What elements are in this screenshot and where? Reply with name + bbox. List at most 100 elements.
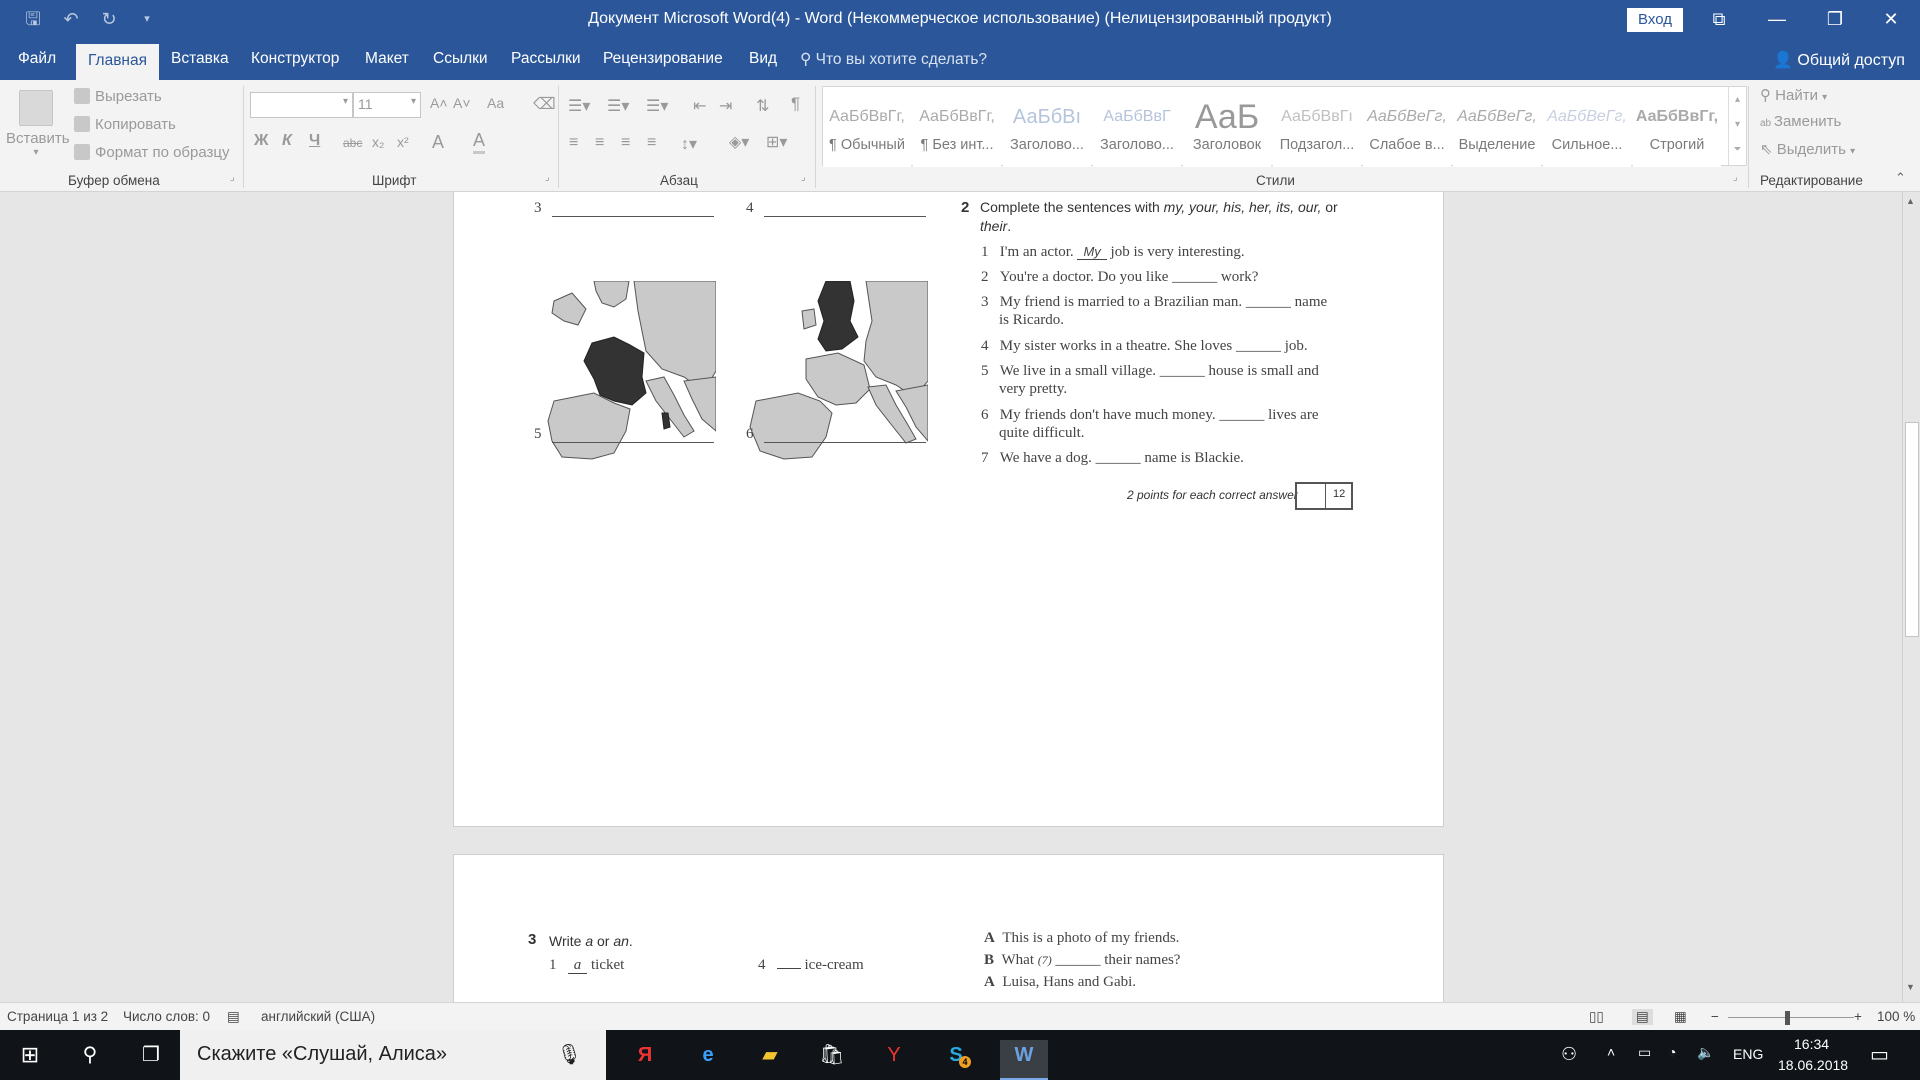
decrease-indent-icon[interactable]: ⇤ [693, 96, 706, 116]
style-title[interactable]: АаБ Заголовок [1183, 97, 1271, 167]
bullets-icon[interactable]: ☰▾ [568, 96, 590, 116]
dialog-launcher-icon[interactable]: ⌟ [801, 172, 806, 183]
style-subtitle[interactable]: АаБбВвГı Подзагол... [1273, 97, 1361, 167]
tab-mailings[interactable]: Рассылки [511, 50, 581, 68]
copy-button[interactable]: Копировать [74, 116, 176, 133]
file-explorer-icon[interactable]: ▰ [755, 1040, 785, 1070]
change-case-button[interactable]: Aa [487, 95, 504, 111]
show-hidden-icons[interactable]: ˄ [1607, 1044, 1615, 1060]
search-icon[interactable]: ⚲ [75, 1040, 105, 1070]
proofing-icon[interactable]: ▤ [227, 1009, 240, 1025]
restore-button[interactable]: ❐ [1806, 0, 1864, 40]
microphone-icon[interactable]: 🎙 [557, 1042, 582, 1067]
collapse-ribbon-icon[interactable]: ⌃ [1895, 170, 1906, 186]
style-intense-emphasis[interactable]: АаБбВеГг, Сильное... [1543, 97, 1631, 167]
font-color-button[interactable]: A [473, 130, 486, 154]
document-page-2[interactable]: 3 Write a or an. 1 a ticket 4 ice-cream … [453, 854, 1444, 1002]
word-taskbar-icon[interactable]: W [1000, 1040, 1048, 1080]
scroll-down-icon[interactable]: ▼ [1906, 982, 1915, 992]
scrollbar-thumb[interactable] [1905, 422, 1919, 637]
share-button[interactable]: 👤 Общий доступ [1773, 50, 1905, 70]
strikethrough-button[interactable]: abc [343, 136, 362, 150]
format-painter-button[interactable]: Формат по образцу [74, 144, 230, 161]
read-mode-icon[interactable]: ▯▯ [1589, 1009, 1604, 1025]
cut-button[interactable]: Вырезать [74, 88, 162, 105]
page-count[interactable]: Страница 1 из 2 [7, 1009, 108, 1024]
numbering-icon[interactable]: ☰▾ [607, 96, 629, 116]
dialog-launcher-icon[interactable]: ⌟ [230, 172, 235, 183]
skype-icon[interactable]: S4 [941, 1040, 971, 1070]
pilcrow-icon[interactable]: ¶ [791, 94, 800, 114]
shrink-font-button[interactable]: A˅ [453, 95, 471, 111]
increase-indent-icon[interactable]: ⇥ [719, 96, 732, 116]
scroll-up-icon[interactable]: ▲ [1906, 196, 1915, 206]
tab-design[interactable]: Конструктор [251, 50, 339, 68]
zoom-level[interactable]: 100 % [1877, 1009, 1915, 1024]
document-page-1[interactable]: 3 4 5 6 2 Complete the sentences with my… [453, 192, 1444, 827]
bold-button[interactable]: Ж [254, 132, 268, 150]
tab-review[interactable]: Рецензирование [603, 50, 723, 68]
sign-in-button[interactable]: Вход [1627, 8, 1683, 32]
language-indicator[interactable]: английский (США) [261, 1009, 375, 1024]
superscript-button[interactable]: x² [397, 134, 409, 150]
people-icon[interactable]: ⚇ [1561, 1044, 1577, 1065]
zoom-slider-thumb[interactable] [1785, 1011, 1790, 1025]
close-button[interactable]: ✕ [1862, 0, 1920, 40]
alice-search-box[interactable]: Скажите «Слушай, Алиса» 🎙 [180, 1030, 606, 1080]
style-strong[interactable]: АаБбВвГг, Строгий [1633, 97, 1721, 167]
borders-icon[interactable]: ⊞▾ [766, 132, 787, 152]
subscript-button[interactable]: x₂ [372, 134, 384, 150]
windows-start-icon[interactable]: ⊞ [15, 1040, 45, 1070]
yandex-browser-icon[interactable]: Я [630, 1040, 660, 1070]
print-layout-icon[interactable]: ▤ [1632, 1009, 1653, 1025]
zoom-slider[interactable] [1728, 1017, 1854, 1018]
dialog-launcher-icon[interactable]: ⌟ [545, 172, 550, 183]
store-icon[interactable]: 🛍 [817, 1040, 847, 1070]
italic-button[interactable]: К [282, 132, 292, 150]
justify-icon[interactable]: ≡ [647, 134, 656, 152]
clock-time[interactable]: 16:34 [1794, 1036, 1829, 1052]
dialog-launcher-icon[interactable]: ⌟ [1733, 172, 1738, 183]
zoom-in-button[interactable]: + [1854, 1009, 1862, 1024]
font-name-combo[interactable]: ▾ [250, 92, 353, 118]
style-heading-2[interactable]: АаБбВвГ Заголово... [1093, 97, 1181, 167]
vertical-scrollbar[interactable]: ▲ ▼ [1902, 192, 1920, 1002]
align-left-icon[interactable]: ≡ [569, 134, 578, 152]
wifi-icon[interactable]: ◔ [1668, 1044, 1676, 1060]
align-right-icon[interactable]: ≡ [621, 134, 630, 152]
answer-line-3[interactable] [552, 216, 714, 217]
action-center-icon[interactable]: ▭ [1870, 1042, 1889, 1067]
style-normal[interactable]: АаБбВвГг, ¶ Обычный [823, 97, 911, 167]
clock-date[interactable]: 18.06.2018 [1778, 1057, 1848, 1073]
style-emphasis[interactable]: АаБбВеГг, Выделение [1453, 97, 1541, 167]
tab-references[interactable]: Ссылки [433, 50, 488, 68]
sort-icon[interactable]: ⇅ [756, 96, 769, 116]
style-heading-1[interactable]: АаБбВı Заголово... [1003, 97, 1091, 167]
text-effects-button[interactable]: A [432, 132, 444, 153]
tab-home[interactable]: Главная [76, 44, 159, 80]
answer-line-4[interactable] [764, 216, 926, 217]
replace-button[interactable]: ab Заменить [1760, 113, 1841, 130]
paste-button[interactable]: Вставить ▾ [6, 90, 70, 158]
shading-icon[interactable]: ◈▾ [729, 132, 749, 152]
yandex-icon[interactable]: Y [879, 1040, 909, 1070]
style-no-spacing[interactable]: АаБбВвГг, ¶ Без инт... [913, 97, 1001, 167]
underline-button[interactable]: Ч [309, 132, 320, 150]
tab-file[interactable]: Файл [18, 50, 56, 68]
tell-me-box[interactable]: ⚲ Что вы хотите сделать? [800, 50, 987, 69]
web-layout-icon[interactable]: ▦ [1674, 1009, 1687, 1025]
tab-layout[interactable]: Макет [365, 50, 409, 68]
battery-icon[interactable]: ▭ [1638, 1044, 1651, 1061]
tab-view[interactable]: Вид [749, 50, 777, 68]
zoom-out-button[interactable]: − [1711, 1009, 1719, 1024]
tab-insert[interactable]: Вставка [171, 50, 229, 68]
minimize-button[interactable]: — [1748, 0, 1806, 40]
word-count[interactable]: Число слов: 0 [123, 1009, 210, 1024]
align-center-icon[interactable]: ≡ [595, 134, 604, 152]
input-language[interactable]: ENG [1733, 1046, 1763, 1062]
find-button[interactable]: ⚲ Найти ▾ [1760, 86, 1827, 104]
clear-formatting-icon[interactable]: ⌫ [533, 94, 556, 114]
ribbon-display-options-button[interactable]: ⧉ [1690, 0, 1748, 40]
style-subtle-emphasis[interactable]: АаБбВеГг, Слабое в... [1363, 97, 1451, 167]
task-view-icon[interactable]: ❐ [136, 1040, 166, 1070]
